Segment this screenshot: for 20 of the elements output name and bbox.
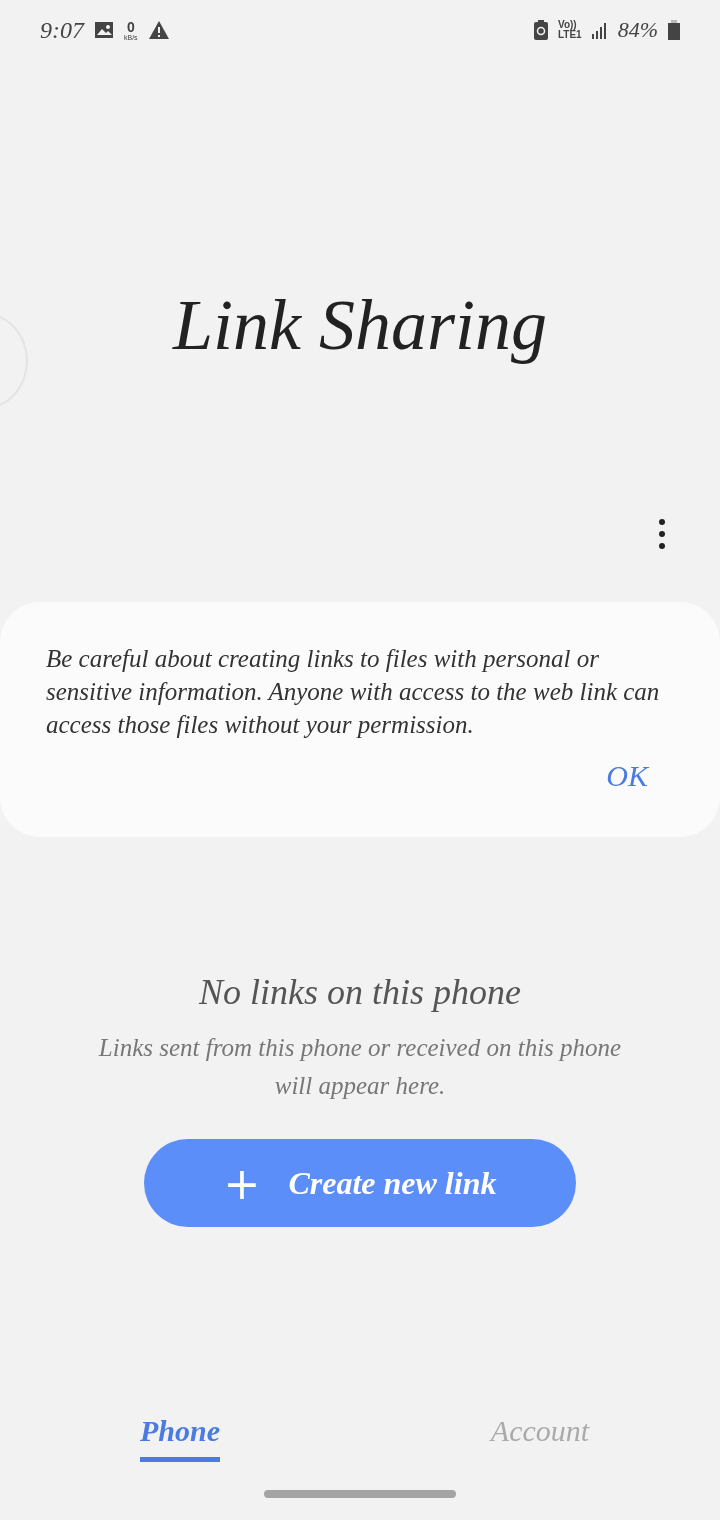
create-link-button[interactable]: + Create new link bbox=[144, 1139, 576, 1227]
app-title: Link Sharing bbox=[173, 284, 547, 367]
volte-label: Vo)) bbox=[557, 20, 578, 30]
battery-icon bbox=[668, 20, 680, 40]
network-label: LTE1 bbox=[557, 30, 582, 40]
ok-button[interactable]: OK bbox=[580, 755, 674, 797]
signal-icon bbox=[591, 21, 608, 39]
battery-percent: 84% bbox=[617, 17, 658, 43]
warning-icon bbox=[147, 20, 170, 40]
tab[interactable]: Account bbox=[490, 1408, 590, 1462]
home-indicator[interactable] bbox=[264, 1490, 456, 1498]
empty-title: No links on this phone bbox=[199, 971, 521, 1014]
more-options-icon[interactable] bbox=[658, 518, 666, 550]
status-time: 9:07 bbox=[40, 16, 84, 44]
speed-value: 0 bbox=[126, 19, 135, 34]
image-icon bbox=[94, 21, 114, 39]
battery-saver-icon bbox=[533, 20, 548, 40]
tab[interactable]: Phone bbox=[140, 1408, 220, 1462]
dialog-message: Be careful about creating links to files with personal or sensitive information. Anyone with access to the web link can access those files without your permission. bbox=[46, 644, 661, 740]
empty-subtitle: Links sent from this phone or received on this phone will appear here. bbox=[97, 1033, 623, 1101]
